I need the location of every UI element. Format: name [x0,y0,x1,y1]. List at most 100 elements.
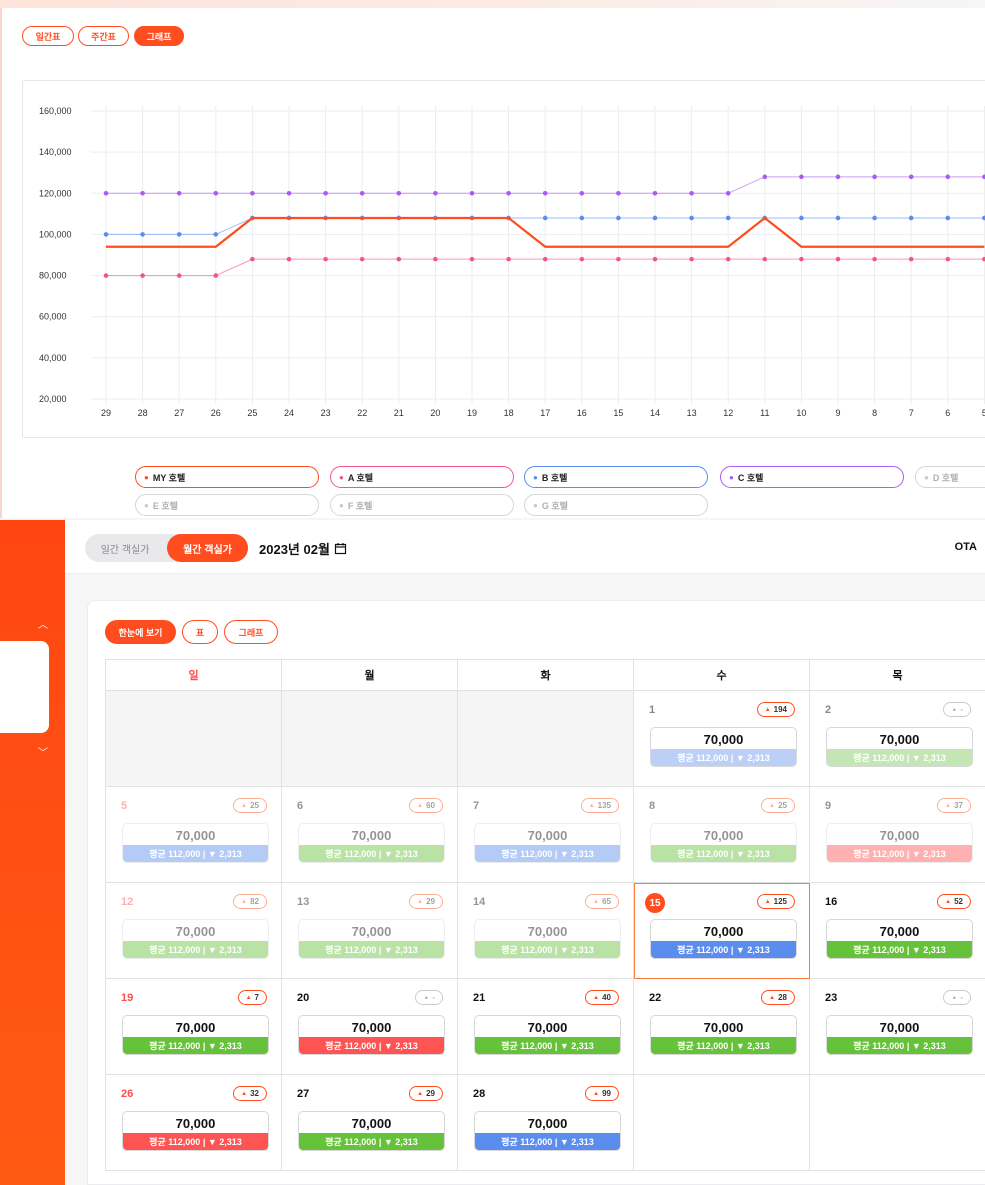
data-point[interactable] [872,215,877,221]
tab-2[interactable]: 그래프 [134,26,184,46]
data-point[interactable] [359,256,365,262]
data-point[interactable] [286,256,292,262]
data-point[interactable] [945,215,951,221]
data-point[interactable] [835,174,841,180]
alert-badge[interactable]: ▲ 194 [756,702,795,717]
data-point[interactable] [213,232,219,237]
data-point[interactable] [542,256,548,262]
price-card[interactable]: 70,000 평균 112,000 | ▼ 2,313 [122,1015,269,1055]
price-card[interactable]: 70,000 평균 112,000 | ▼ 2,313 [298,1111,445,1151]
alert-badge[interactable]: ▲ 82 [233,894,267,909]
calendar-cell[interactable]: 1 ▲ 194 70,000 평균 112,000 | ▼ 2,313 [633,690,810,787]
price-card[interactable]: 70,000 평균 112,000 | ▼ 2,313 [650,1015,797,1055]
calendar-cell[interactable]: 22 ▲ 28 70,000 평균 112,000 | ▼ 2,313 [633,978,810,1075]
data-point[interactable] [140,273,145,278]
chevron-down-icon[interactable]: ﹀ [38,744,48,759]
data-point[interactable] [176,232,182,237]
alert-badge[interactable]: ▲ - [943,990,971,1005]
data-point[interactable] [359,190,365,196]
calendar-cell[interactable]: 28 ▲ 99 70,000 평균 112,000 | ▼ 2,313 [457,1074,634,1171]
data-point[interactable] [908,174,914,180]
data-point[interactable] [542,215,548,221]
data-point[interactable] [176,273,182,278]
alert-badge[interactable]: ▲ 60 [409,798,443,813]
price-card[interactable]: 70,000 평균 112,000 | ▼ 2,313 [122,1111,269,1151]
chevron-up-icon[interactable]: ︿ [38,616,48,631]
data-point[interactable] [945,174,951,180]
alert-badge[interactable]: ▲ 32 [233,1086,267,1101]
alert-badge[interactable]: ▲ 28 [761,990,795,1005]
legend-item-5[interactable]: ● E 호텔 [135,494,319,516]
data-point[interactable] [250,256,255,262]
data-point[interactable] [945,256,951,262]
price-card[interactable]: 70,000 평균 112,000 | ▼ 2,313 [826,823,973,863]
data-point[interactable] [433,190,438,196]
alert-badge[interactable]: ▲ 29 [409,1086,443,1101]
calendar-cell[interactable]: 13 ▲ 29 70,000 평균 112,000 | ▼ 2,313 [281,882,458,979]
data-point[interactable] [872,174,877,180]
calendar-cell[interactable]: 19 ▲ 7 70,000 평균 112,000 | ▼ 2,313 [105,978,282,1075]
data-point[interactable] [176,190,182,196]
data-point[interactable] [542,190,548,196]
calendar-cell[interactable]: 5 ▲ 25 70,000 평균 112,000 | ▼ 2,313 [105,786,282,883]
alert-badge[interactable]: ▲ - [415,990,443,1005]
data-point[interactable] [396,190,402,196]
data-point[interactable] [616,256,621,262]
data-point[interactable] [140,232,145,237]
data-point[interactable] [469,190,475,196]
calendar-cell[interactable]: 9 ▲ 37 70,000 평균 112,000 | ▼ 2,313 [809,786,985,883]
price-card[interactable]: 70,000 평균 112,000 | ▼ 2,313 [122,823,269,863]
price-card[interactable]: 70,000 평균 112,000 | ▼ 2,313 [298,1015,445,1055]
alert-badge[interactable]: ▲ 125 [756,894,795,909]
data-point[interactable] [213,190,219,196]
data-point[interactable] [689,215,694,221]
price-card[interactable]: 70,000 평균 112,000 | ▼ 2,313 [650,919,797,959]
data-point[interactable] [762,256,768,262]
price-card[interactable]: 70,000 평균 112,000 | ▼ 2,313 [826,919,973,959]
legend-item-2[interactable]: ● B 호텔 [524,466,708,488]
alert-badge[interactable]: ▲ 135 [580,798,619,813]
calendar-cell[interactable]: 12 ▲ 82 70,000 평균 112,000 | ▼ 2,313 [105,882,282,979]
data-point[interactable] [286,190,292,196]
legend-item-6[interactable]: ● F 호텔 [330,494,514,516]
toggle-monthly[interactable]: 월간 객실가 [167,534,248,562]
calendar-cell[interactable]: 27 ▲ 29 70,000 평균 112,000 | ▼ 2,313 [281,1074,458,1171]
data-point[interactable] [799,215,804,221]
data-point[interactable] [579,215,585,221]
data-point[interactable] [323,190,328,196]
calendar-cell[interactable]: 6 ▲ 60 70,000 평균 112,000 | ▼ 2,313 [281,786,458,883]
toggle-daily[interactable]: 일간 객실가 [85,534,165,562]
calendar-cell[interactable]: 26 ▲ 32 70,000 평균 112,000 | ▼ 2,313 [105,1074,282,1171]
data-point[interactable] [652,215,658,221]
calendar-tab-2[interactable]: 그래프 [224,620,278,644]
price-card[interactable]: 70,000 평균 112,000 | ▼ 2,313 [650,727,797,767]
calendar-cell[interactable]: 14 ▲ 65 70,000 평균 112,000 | ▼ 2,313 [457,882,634,979]
data-point[interactable] [323,256,328,262]
calendar-cell[interactable]: 16 ▲ 52 70,000 평균 112,000 | ▼ 2,313 [809,882,985,979]
price-card[interactable]: 70,000 평균 112,000 | ▼ 2,313 [474,1111,621,1151]
legend-item-0[interactable]: ● MY 호텔 [135,466,319,488]
calendar-tab-1[interactable]: 표 [182,620,218,644]
data-point[interactable] [579,256,585,262]
data-point[interactable] [103,232,109,237]
calendar-cell[interactable]: 15 ▲ 125 70,000 평균 112,000 | ▼ 2,313 [633,882,810,979]
data-point[interactable] [689,190,694,196]
alert-badge[interactable]: ▲ 99 [585,1086,619,1101]
sidebar-card[interactable] [0,641,49,733]
data-point[interactable] [506,190,511,196]
alert-badge[interactable]: ▲ 52 [937,894,971,909]
data-point[interactable] [250,190,255,196]
data-point[interactable] [396,256,402,262]
data-point[interactable] [579,190,585,196]
data-point[interactable] [652,190,658,196]
alert-badge[interactable]: ▲ 25 [761,798,795,813]
calendar-cell[interactable]: 2 ▲ - 70,000 평균 112,000 | ▼ 2,313 [809,690,985,787]
alert-badge[interactable]: ▲ - [943,702,971,717]
ota-label[interactable]: OTA [955,541,977,553]
calendar-cell[interactable]: 23 ▲ - 70,000 평균 112,000 | ▼ 2,313 [809,978,985,1075]
tab-1[interactable]: 주간표 [78,26,129,46]
data-point[interactable] [799,256,804,262]
calendar-cell[interactable]: 20 ▲ - 70,000 평균 112,000 | ▼ 2,313 [281,978,458,1075]
price-card[interactable]: 70,000 평균 112,000 | ▼ 2,313 [826,727,973,767]
price-card[interactable]: 70,000 평균 112,000 | ▼ 2,313 [826,1015,973,1055]
